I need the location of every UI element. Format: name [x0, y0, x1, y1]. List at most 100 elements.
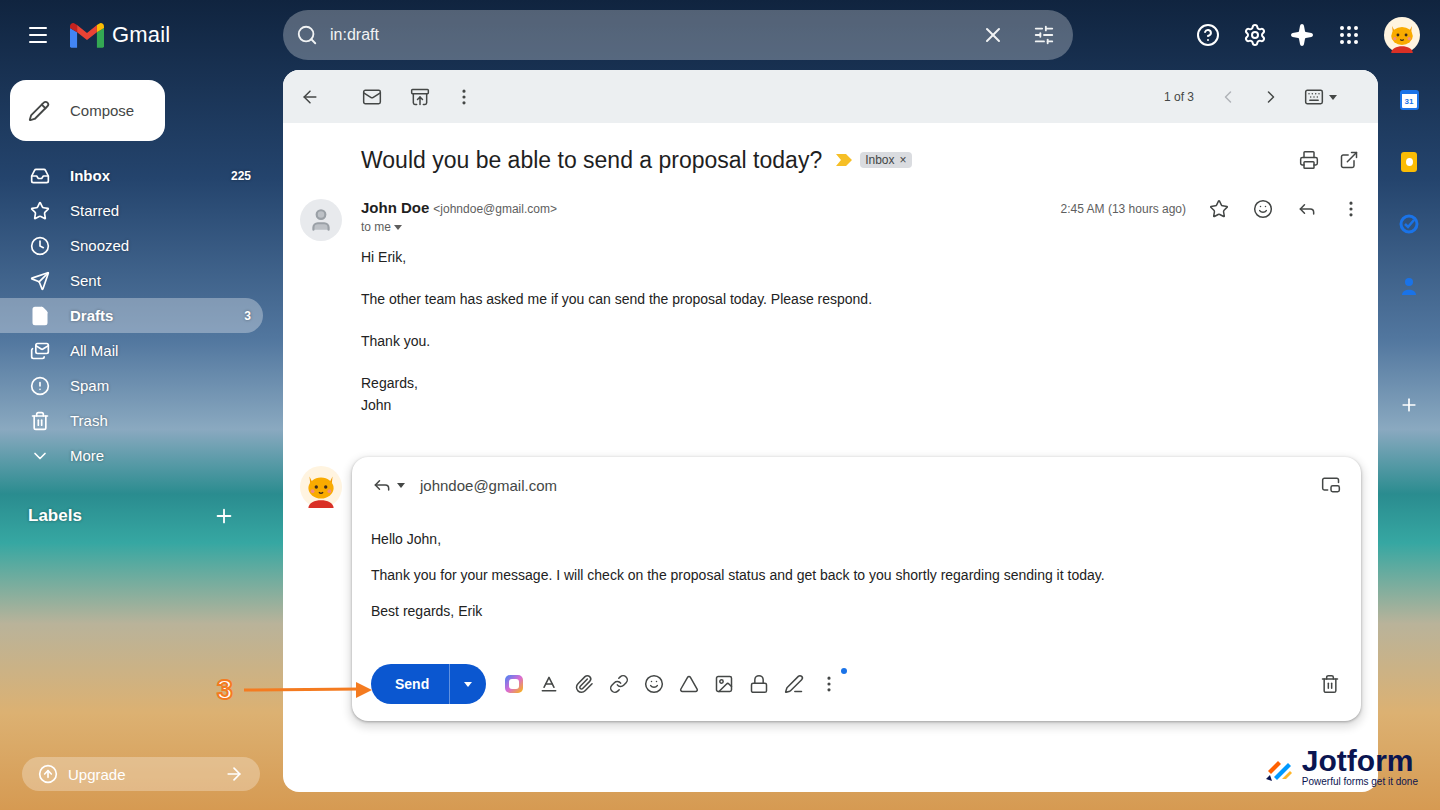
help-icon[interactable] [1196, 23, 1220, 47]
details-caret-icon[interactable] [393, 222, 403, 232]
sidebar-item[interactable]: Sent [0, 263, 263, 298]
contacts-icon[interactable] [1399, 276, 1419, 296]
pop-out-icon[interactable] [1321, 475, 1341, 495]
sidebar-item[interactable]: Spam [0, 368, 263, 403]
person-icon [308, 207, 334, 233]
composer-body[interactable]: Hello John,Thank you for your message. I… [352, 513, 1361, 622]
input-tools-caret-icon[interactable] [1328, 92, 1338, 102]
chevron-down-icon [30, 446, 50, 466]
recipient-field[interactable]: johndoe@gmail.com [420, 477, 1317, 494]
more-icon[interactable] [1341, 199, 1361, 219]
sidebar-item[interactable]: Drafts3 [0, 298, 263, 333]
subject-row: Would you be able to send a proposal tod… [283, 143, 1378, 177]
reply-type-caret-icon[interactable] [396, 480, 406, 490]
message-body: Hi Erik,The other team has asked me if y… [361, 246, 1361, 416]
reply-type-icon[interactable] [372, 475, 392, 495]
keyboard-icon[interactable] [1304, 87, 1324, 107]
signature-icon[interactable] [784, 674, 804, 694]
move-to-inbox-icon[interactable] [410, 87, 430, 107]
back-icon[interactable] [300, 87, 320, 107]
reply-paragraph: Thank you for your message. I will check… [371, 564, 1341, 586]
gmail-logo[interactable]: Gmail [70, 22, 170, 48]
photo-icon[interactable] [714, 674, 734, 694]
sender-name[interactable]: John Doe [361, 199, 429, 216]
send-options-button[interactable] [450, 664, 486, 704]
annotation-arrow-icon [244, 680, 376, 700]
label-tag[interactable]: Inbox× [860, 152, 911, 168]
sidebar-count: 3 [244, 309, 251, 323]
sidebar-item[interactable]: All Mail [0, 333, 263, 368]
sender-avatar[interactable] [300, 199, 342, 241]
sidebar: Compose Inbox225StarredSnoozedSentDrafts3… [0, 70, 283, 810]
confidential-icon[interactable] [749, 674, 769, 694]
gmail-logo-icon[interactable] [70, 22, 104, 48]
reply-icon[interactable] [1297, 199, 1317, 219]
menu-icon[interactable] [26, 23, 50, 47]
gemini-icon[interactable] [1290, 23, 1314, 47]
message-paragraph: Hi Erik, [361, 246, 1361, 268]
compose-button[interactable]: Compose [10, 80, 165, 141]
upgrade-button[interactable]: Upgrade [22, 757, 260, 791]
star-icon[interactable] [1209, 199, 1229, 219]
sidebar-item[interactable]: More [0, 438, 263, 473]
reply-avatar[interactable] [300, 466, 342, 508]
composer-toolbar: Send [352, 664, 1361, 721]
sidebar-item[interactable]: Starred [0, 193, 263, 228]
clear-icon[interactable] [981, 23, 1005, 47]
sidebar-item[interactable]: Trash [0, 403, 263, 438]
mark-unread-icon[interactable] [362, 87, 382, 107]
sidebar-item[interactable]: Inbox225 [0, 158, 263, 193]
watermark: JotformPowerful forms get it done [1264, 746, 1418, 788]
composer-header: johndoe@gmail.com [352, 457, 1361, 513]
remove-tag[interactable]: × [900, 153, 907, 167]
account-avatar[interactable] [1384, 17, 1420, 53]
search-box[interactable]: in:draft [283, 10, 1073, 60]
all-mail-icon [30, 341, 50, 361]
add-label-icon[interactable] [213, 505, 235, 527]
apps-icon[interactable] [1337, 23, 1361, 47]
nav-list: Inbox225StarredSnoozedSentDrafts3All Mai… [0, 158, 283, 473]
message-time: 2:45 AM (13 hours ago) [1061, 199, 1186, 219]
step-annotation: 3 [217, 674, 233, 706]
link-icon[interactable] [609, 674, 629, 694]
message: John Doe<johndoe@gmail.com>to me2:45 AM … [283, 199, 1378, 416]
reply-composer: johndoe@gmail.com Hello John,Thank you fo… [352, 457, 1361, 721]
send-options-caret-icon[interactable] [463, 679, 473, 689]
drive-icon[interactable] [679, 674, 699, 694]
settings-icon[interactable] [1243, 23, 1267, 47]
search-query[interactable]: in:draft [330, 26, 969, 44]
more-options[interactable] [819, 674, 839, 694]
emoji-icon[interactable] [644, 674, 664, 694]
message-paragraph: Thank you. [361, 330, 1361, 352]
sidebar-item[interactable]: Snoozed [0, 228, 263, 263]
emoji-icon[interactable] [1253, 199, 1273, 219]
body: Compose Inbox225StarredSnoozedSentDrafts3… [0, 70, 1440, 810]
send-button[interactable]: Send [371, 664, 450, 704]
top-icons [1073, 17, 1440, 53]
help-me-write-icon[interactable] [504, 674, 524, 694]
search-options-icon[interactable] [1033, 24, 1055, 46]
pencil-icon [28, 100, 50, 122]
print-icon[interactable] [1299, 150, 1319, 170]
next-icon[interactable] [1261, 87, 1281, 107]
star-icon [30, 201, 50, 221]
more-icon[interactable] [454, 87, 474, 107]
add-addon-icon[interactable] [1399, 395, 1419, 415]
calendar-icon[interactable]: 31 [1400, 90, 1419, 110]
reply-paragraph: Best regards, Erik [371, 600, 1341, 622]
recipient-details[interactable]: to me [361, 220, 1061, 234]
main-panel: 1 of 3 Would you be able to send a propos… [283, 70, 1378, 792]
discard-icon[interactable] [1320, 674, 1340, 694]
pagination: 1 of 3 [1164, 90, 1194, 104]
attach-icon[interactable] [574, 674, 594, 694]
gmail-window: Gmail in:draft Compose Inbox225StarredSnooz… [0, 0, 1440, 810]
search-icon[interactable] [296, 24, 318, 46]
tasks-icon[interactable] [1399, 214, 1419, 234]
more-options-icon [819, 674, 839, 694]
important-icon[interactable] [836, 154, 852, 166]
side-panel: 31 [1378, 70, 1440, 810]
previous-icon[interactable] [1218, 87, 1238, 107]
formatting-icon[interactable] [539, 674, 559, 694]
open-new-window-icon[interactable] [1339, 150, 1359, 170]
keep-icon[interactable] [1401, 152, 1417, 172]
